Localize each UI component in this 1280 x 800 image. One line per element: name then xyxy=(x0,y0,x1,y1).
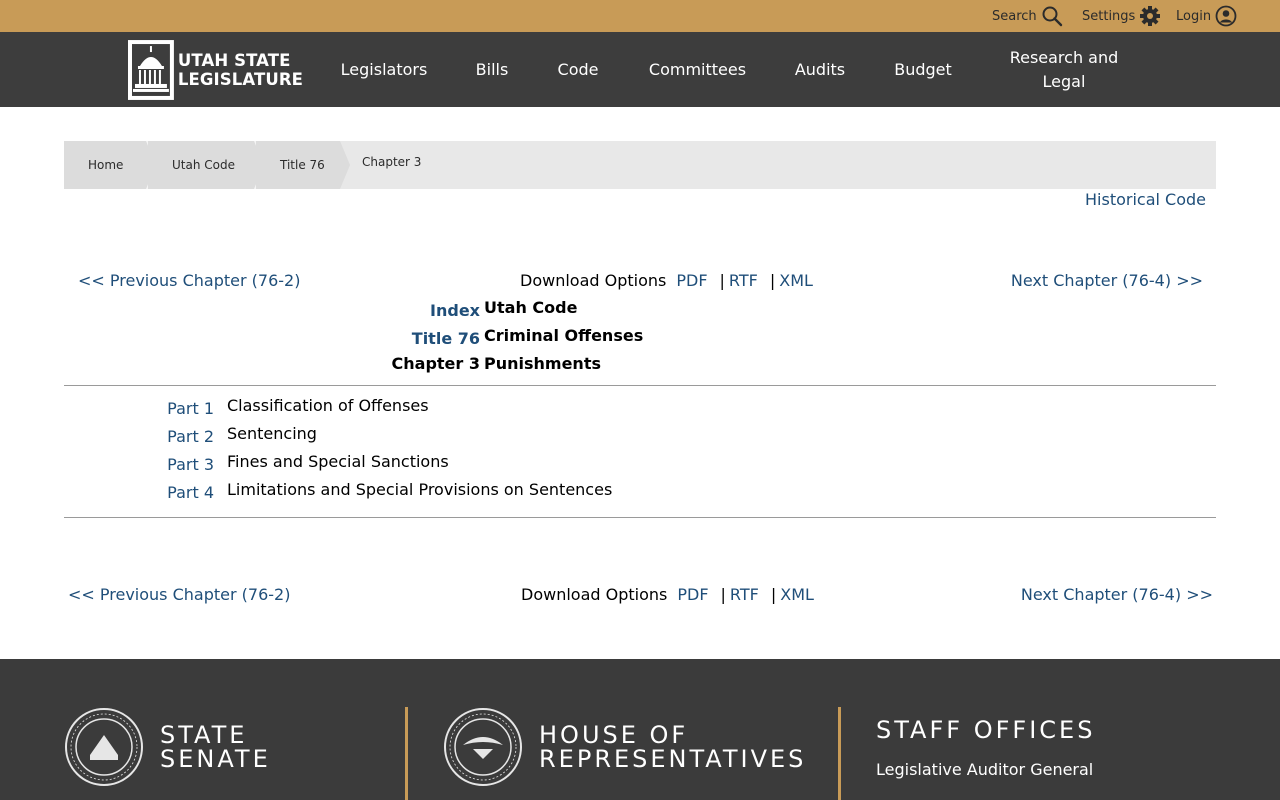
pdf-download-link[interactable]: PDF xyxy=(676,271,707,290)
index-link[interactable]: Index xyxy=(430,301,480,320)
download-options-bottom: Download Options PDF | RTF | XML xyxy=(521,585,814,604)
senate-line2: SENATE xyxy=(160,745,271,773)
chapter-label: Chapter 3 xyxy=(391,354,480,373)
breadcrumb-title-label: Title 76 xyxy=(280,158,325,172)
rtf-download-link[interactable]: RTF xyxy=(730,585,759,604)
part-title: Sentencing xyxy=(227,424,317,443)
breadcrumb-current: Chapter 3 xyxy=(362,155,422,169)
nav-research-legal[interactable]: Research and Legal xyxy=(1000,32,1128,107)
utility-bar: Search Settings Login xyxy=(0,0,1280,32)
list-item: Part 2 Sentencing xyxy=(64,424,1216,452)
house-seal-icon[interactable] xyxy=(443,707,523,787)
next-chapter-link-bottom[interactable]: Next Chapter (76-4) >> xyxy=(1021,585,1213,604)
part-link[interactable]: Part 4 xyxy=(167,483,214,502)
logo-line1: UTAH STATE xyxy=(177,51,291,70)
part-title: Limitations and Special Provisions on Se… xyxy=(227,480,613,499)
search-label: Search xyxy=(992,8,1037,24)
site-footer: STATE SENATE HOUSE OF REPRESENTATIVES ST… xyxy=(0,659,1280,800)
xml-download-link[interactable]: XML xyxy=(779,271,813,290)
divider xyxy=(64,385,1216,386)
capitol-icon xyxy=(128,40,174,100)
list-item: Part 3 Fines and Special Sanctions xyxy=(64,452,1216,480)
breadcrumb-home[interactable]: Home xyxy=(64,141,156,189)
separator: | xyxy=(719,271,725,290)
breadcrumb: Home Utah Code Title 76 Chapter 3 xyxy=(64,141,1216,189)
xml-download-link[interactable]: XML xyxy=(780,585,814,604)
part-link[interactable]: Part 2 xyxy=(167,427,214,446)
settings-label: Settings xyxy=(1082,8,1136,24)
house-heading[interactable]: HOUSE OF REPRESENTATIVES xyxy=(539,723,806,771)
prev-chapter-link-top[interactable]: << Previous Chapter (76-2) xyxy=(78,271,300,290)
logo-line2: LEGISLATURE xyxy=(177,70,303,89)
download-options-label: Download Options xyxy=(521,585,668,604)
heading-index-row: Index Utah Code xyxy=(64,298,1216,326)
login-link[interactable]: Login xyxy=(1176,0,1237,32)
login-label: Login xyxy=(1176,8,1212,24)
list-item: Part 4 Limitations and Special Provision… xyxy=(64,480,1216,508)
search-link[interactable]: Search xyxy=(992,0,1063,32)
site-logo[interactable]: UTAH STATE LEGISLATURE xyxy=(128,39,303,101)
nav-committees[interactable]: Committees xyxy=(640,32,755,107)
next-chapter-link-top[interactable]: Next Chapter (76-4) >> xyxy=(1011,271,1203,290)
separator: | xyxy=(770,585,777,604)
historical-code-link[interactable]: Historical Code xyxy=(1085,190,1206,209)
title-link[interactable]: Title 76 xyxy=(412,329,480,348)
footer-divider xyxy=(838,707,841,800)
auditor-general-link[interactable]: Legislative Auditor General xyxy=(876,760,1093,779)
list-item: Part 1 Classification of Offenses xyxy=(64,396,1216,424)
prev-chapter-link-bottom[interactable]: << Previous Chapter (76-2) xyxy=(68,585,290,604)
part-link[interactable]: Part 3 xyxy=(167,455,214,474)
part-title: Classification of Offenses xyxy=(227,396,429,415)
download-options-top: Download Options PDF | RTF | XML xyxy=(520,271,813,290)
nav-audits[interactable]: Audits xyxy=(786,32,854,107)
user-icon xyxy=(1215,5,1237,27)
nav-code[interactable]: Code xyxy=(548,32,608,107)
breadcrumb-utah-code[interactable]: Utah Code xyxy=(148,141,264,189)
part-link[interactable]: Part 1 xyxy=(167,399,214,418)
settings-link[interactable]: Settings xyxy=(1082,0,1161,32)
nav-legislators[interactable]: Legislators xyxy=(330,32,438,107)
separator: | xyxy=(769,271,776,290)
senate-line1: STATE xyxy=(160,721,248,749)
main-nav: UTAH STATE LEGISLATURE Legislators Bills… xyxy=(0,32,1280,107)
breadcrumb-home-label: Home xyxy=(88,158,124,172)
heading-chapter-row: Chapter 3 Punishments xyxy=(64,354,1216,382)
divider xyxy=(64,517,1216,518)
senate-heading[interactable]: STATE SENATE xyxy=(160,723,271,771)
senate-seal-icon[interactable] xyxy=(64,707,144,787)
rtf-download-link[interactable]: RTF xyxy=(729,271,758,290)
search-icon xyxy=(1042,6,1062,27)
breadcrumb-title[interactable]: Title 76 xyxy=(256,141,350,189)
nav-bills[interactable]: Bills xyxy=(462,32,522,107)
gear-icon xyxy=(1140,6,1161,26)
download-options-label: Download Options xyxy=(520,271,667,290)
index-text: Utah Code xyxy=(484,298,578,317)
logo-text: UTAH STATE LEGISLATURE xyxy=(178,51,303,89)
footer-divider xyxy=(405,707,408,800)
house-line1: HOUSE OF xyxy=(539,721,689,749)
house-line2: REPRESENTATIVES xyxy=(539,745,807,773)
separator: | xyxy=(720,585,726,604)
breadcrumb-utah-code-label: Utah Code xyxy=(172,158,235,172)
nav-budget[interactable]: Budget xyxy=(886,32,960,107)
title-text: Criminal Offenses xyxy=(484,326,644,345)
pdf-download-link[interactable]: PDF xyxy=(677,585,708,604)
part-title: Fines and Special Sanctions xyxy=(227,452,449,471)
chapter-text: Punishments xyxy=(484,354,601,373)
staff-offices-heading: STAFF OFFICES xyxy=(876,716,1096,744)
heading-title-row: Title 76 Criminal Offenses xyxy=(64,326,1216,354)
